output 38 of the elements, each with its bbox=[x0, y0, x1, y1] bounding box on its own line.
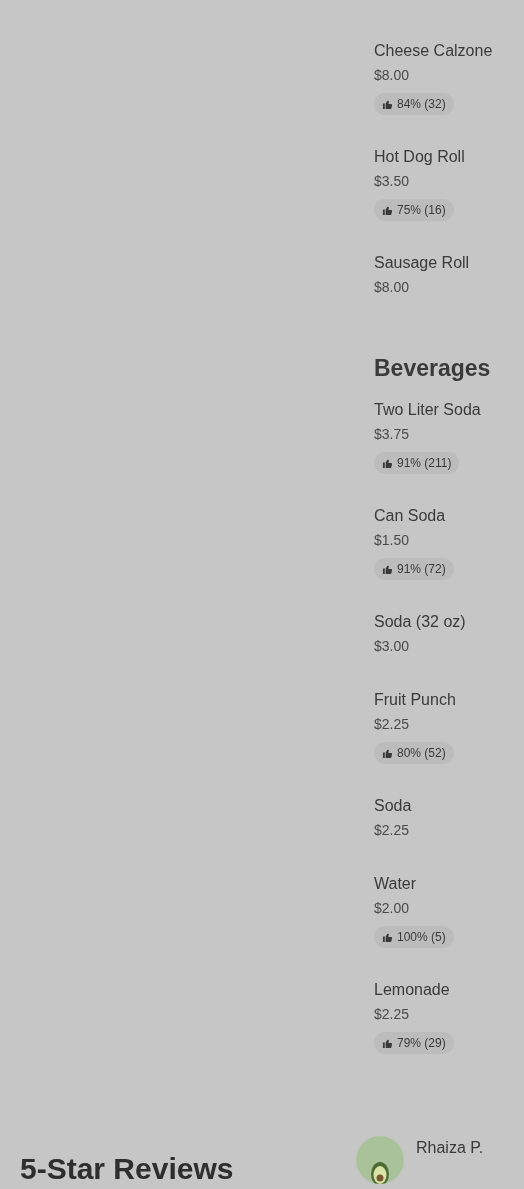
reviewer-name: Rhaiza P. bbox=[416, 1138, 484, 1158]
thumbs-up-icon bbox=[382, 1037, 393, 1049]
item-price: $3.75 bbox=[374, 425, 410, 444]
item-price: $2.25 bbox=[374, 715, 410, 734]
item-price: $3.00 bbox=[374, 637, 410, 656]
thumbs-up-icon bbox=[382, 204, 393, 216]
thumbs-up-icon bbox=[382, 747, 393, 759]
item-name[interactable]: Water bbox=[374, 872, 417, 896]
rating-text: 75% (16) bbox=[397, 202, 446, 219]
thumbs-up-icon bbox=[382, 98, 393, 110]
thumbs-up-icon bbox=[382, 563, 393, 575]
item-price: $8.00 bbox=[374, 278, 410, 297]
rating-text: 91% (72) bbox=[397, 561, 446, 578]
rating-text: 80% (52) bbox=[397, 745, 446, 762]
item-name[interactable]: Soda bbox=[374, 794, 412, 818]
rating-text: 100% (5) bbox=[397, 929, 446, 946]
item-price: $3.50 bbox=[374, 172, 410, 191]
item-name[interactable]: Lemonade bbox=[374, 978, 450, 1002]
item-price: $2.00 bbox=[374, 899, 410, 918]
section-heading: Beverages bbox=[374, 354, 492, 383]
item-name[interactable]: Can Soda bbox=[374, 504, 446, 528]
thumbs-up-icon bbox=[382, 457, 393, 469]
item-name[interactable]: Sausage Roll bbox=[374, 251, 470, 275]
item-price: $8.00 bbox=[374, 66, 410, 85]
rating-text: 79% (29) bbox=[397, 1035, 446, 1052]
item-price: $2.25 bbox=[374, 1005, 410, 1024]
item-name[interactable]: Hot Dog Roll bbox=[374, 145, 465, 169]
rating-text: 91% (211) bbox=[397, 455, 452, 472]
item-price: $2.25 bbox=[374, 821, 410, 840]
item-name[interactable]: Fruit Punch bbox=[374, 688, 456, 712]
avatar-icon bbox=[356, 1136, 404, 1184]
item-name[interactable]: Two Liter Soda bbox=[374, 398, 481, 422]
item-price: $1.50 bbox=[374, 531, 410, 550]
thumbs-up-icon bbox=[382, 931, 393, 943]
rating-text: 84% (32) bbox=[397, 96, 446, 113]
item-name[interactable]: Soda (32 oz) bbox=[374, 610, 466, 634]
item-name[interactable]: Cheese Calzone bbox=[374, 39, 493, 63]
reviews-heading: 5-Star Reviews bbox=[20, 1151, 235, 1187]
